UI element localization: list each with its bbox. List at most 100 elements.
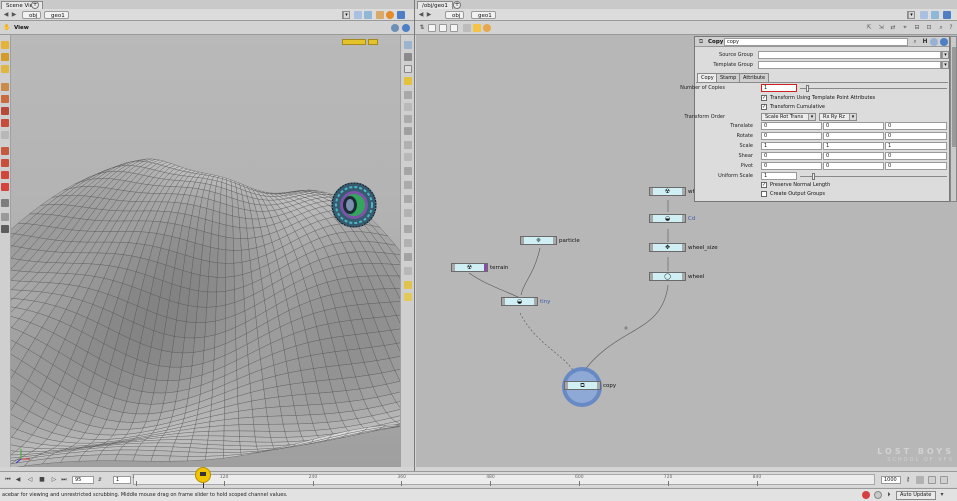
rotate-order-select[interactable]: Rx Ry Rz ▾	[819, 113, 857, 121]
pose-tool-icon[interactable]	[1, 107, 9, 115]
error-icon[interactable]	[862, 491, 870, 499]
normals-icon[interactable]	[404, 127, 412, 135]
view-hand-icon[interactable]: ✋	[3, 24, 11, 32]
lock-camera-icon[interactable]	[404, 53, 412, 61]
hull-icon[interactable]	[404, 195, 412, 203]
param-gear-icon[interactable]	[930, 38, 938, 46]
translate-z-field[interactable]: 0	[885, 122, 947, 130]
backface-icon[interactable]	[404, 115, 412, 123]
render-tool-icon[interactable]	[1, 171, 9, 179]
pin-icon[interactable]	[920, 11, 928, 19]
param-h-icon[interactable]: H	[921, 38, 929, 46]
preserve-normal-checkbox[interactable]: ✓	[761, 182, 767, 188]
layout-icon[interactable]	[463, 24, 471, 32]
view-tool-icon[interactable]	[1, 131, 9, 139]
pivot-z-field[interactable]: 0	[885, 162, 947, 170]
record-tool-icon[interactable]	[1, 183, 9, 191]
template-icon[interactable]	[404, 103, 412, 111]
back-arrow-icon[interactable]: ◀	[417, 11, 425, 19]
source-group-dropdown[interactable]: ▾	[941, 51, 949, 59]
node-wheel-top[interactable]: ☢	[649, 187, 686, 196]
param-help-icon[interactable]	[940, 38, 948, 46]
add-tab-icon[interactable]: +	[31, 1, 39, 9]
display-flag-icon[interactable]	[404, 281, 412, 289]
realtime-icon[interactable]	[928, 476, 936, 484]
ghost-icon[interactable]	[404, 91, 412, 99]
add-tab-icon[interactable]: +	[453, 1, 461, 9]
points-icon[interactable]	[404, 141, 412, 149]
scene-viewport[interactable]	[11, 35, 400, 467]
node-tiny[interactable]: ◒	[501, 297, 538, 306]
shear-y-field[interactable]: 0	[823, 152, 884, 160]
link-icon[interactable]	[931, 11, 939, 19]
select-tool-icon[interactable]	[1, 41, 9, 49]
number-of-copies-field[interactable]: 1	[761, 84, 797, 92]
network-option-6-icon[interactable]: ⊡	[925, 24, 933, 32]
network-option-4-icon[interactable]: ⌖	[901, 24, 909, 32]
node-name-field[interactable]: copy	[724, 38, 908, 46]
network-search-icon[interactable]: ⌕	[937, 24, 945, 32]
pane-menu-icon[interactable]	[397, 11, 405, 19]
network-option-2-icon[interactable]: ⇲	[877, 24, 885, 32]
tab-attribute[interactable]: Attribute	[739, 73, 770, 82]
scale-y-field[interactable]: 1	[823, 142, 884, 150]
link-icon[interactable]	[364, 11, 372, 19]
path-crumb-geo1[interactable]: geo1	[44, 11, 69, 19]
uniform-scale-field[interactable]: 1	[761, 172, 797, 180]
pane-splitter[interactable]	[414, 0, 415, 471]
transform-cumulative-checkbox[interactable]: ✓	[761, 104, 767, 110]
bbox-icon[interactable]	[404, 225, 412, 233]
pane-menu-icon[interactable]	[943, 11, 951, 19]
handle-tool-icon[interactable]	[1, 83, 9, 91]
rotate-tool-icon[interactable]	[1, 65, 9, 73]
node-copy[interactable]: ⧉	[564, 381, 601, 390]
shear-z-field[interactable]: 0	[885, 152, 947, 160]
copies-slider-track[interactable]	[800, 88, 947, 89]
node-wheel-size[interactable]: ✥	[649, 243, 686, 252]
paint-tool-icon[interactable]	[1, 119, 9, 127]
path-dropdown[interactable]: ▾	[907, 11, 915, 19]
audio-icon[interactable]	[916, 476, 924, 484]
wireframe-icon[interactable]	[404, 65, 412, 73]
forward-arrow-icon[interactable]: ▶	[425, 11, 433, 19]
path-dropdown[interactable]: ▾	[342, 11, 350, 19]
camera-tool-icon[interactable]	[1, 147, 9, 155]
param-scroll-thumb[interactable]	[952, 47, 956, 147]
guide-icon[interactable]	[404, 209, 412, 217]
translate-x-field[interactable]: 0	[761, 122, 822, 130]
back-arrow-icon[interactable]: ◀	[2, 11, 10, 19]
scale-z-field[interactable]: 1	[885, 142, 947, 150]
param-scrollbar[interactable]	[950, 36, 957, 202]
transform-order-select[interactable]: Scale Rot Trans ▾	[761, 113, 816, 121]
transform-template-checkbox[interactable]: ✓	[761, 95, 767, 101]
template-group-field[interactable]	[758, 61, 941, 69]
brush-tool-icon[interactable]	[1, 95, 9, 103]
uv-icon[interactable]	[404, 181, 412, 189]
shading-icon[interactable]	[404, 77, 412, 85]
grid-mode-icon[interactable]	[450, 24, 458, 32]
pivot-x-field[interactable]: 0	[761, 162, 822, 170]
source-group-field[interactable]	[758, 51, 941, 59]
shear-x-field[interactable]: 0	[761, 152, 822, 160]
rotate-x-field[interactable]: 0	[761, 132, 822, 140]
tab-copy[interactable]: Copy	[697, 73, 718, 82]
ortho-icon[interactable]	[404, 253, 412, 261]
key-icon[interactable]: ⚷	[904, 476, 912, 484]
camera-menu-icon[interactable]	[404, 41, 412, 49]
node-wheel[interactable]: ◯	[649, 272, 686, 281]
safe-area-icon[interactable]	[404, 267, 412, 275]
node-terrain[interactable]: ☢	[451, 263, 488, 272]
scale-x-field[interactable]: 1	[761, 142, 822, 150]
update-mode-icon[interactable]: ⏵	[885, 491, 893, 499]
cook-icon[interactable]	[874, 491, 882, 499]
network-option-5-icon[interactable]: ⊟	[913, 24, 921, 32]
template-group-dropdown[interactable]: ▾	[941, 61, 949, 69]
forward-arrow-icon[interactable]: ▶	[10, 11, 18, 19]
param-search-icon[interactable]: ⌕	[911, 38, 919, 46]
vertex-icon[interactable]	[404, 167, 412, 175]
network-option-3-icon[interactable]: ⇄	[889, 24, 897, 32]
render-flag-icon[interactable]	[404, 293, 412, 301]
display-tool-icon[interactable]	[1, 225, 9, 233]
list-mode-icon[interactable]	[428, 24, 436, 32]
update-mode-arrow-icon[interactable]: ▾	[938, 491, 946, 499]
